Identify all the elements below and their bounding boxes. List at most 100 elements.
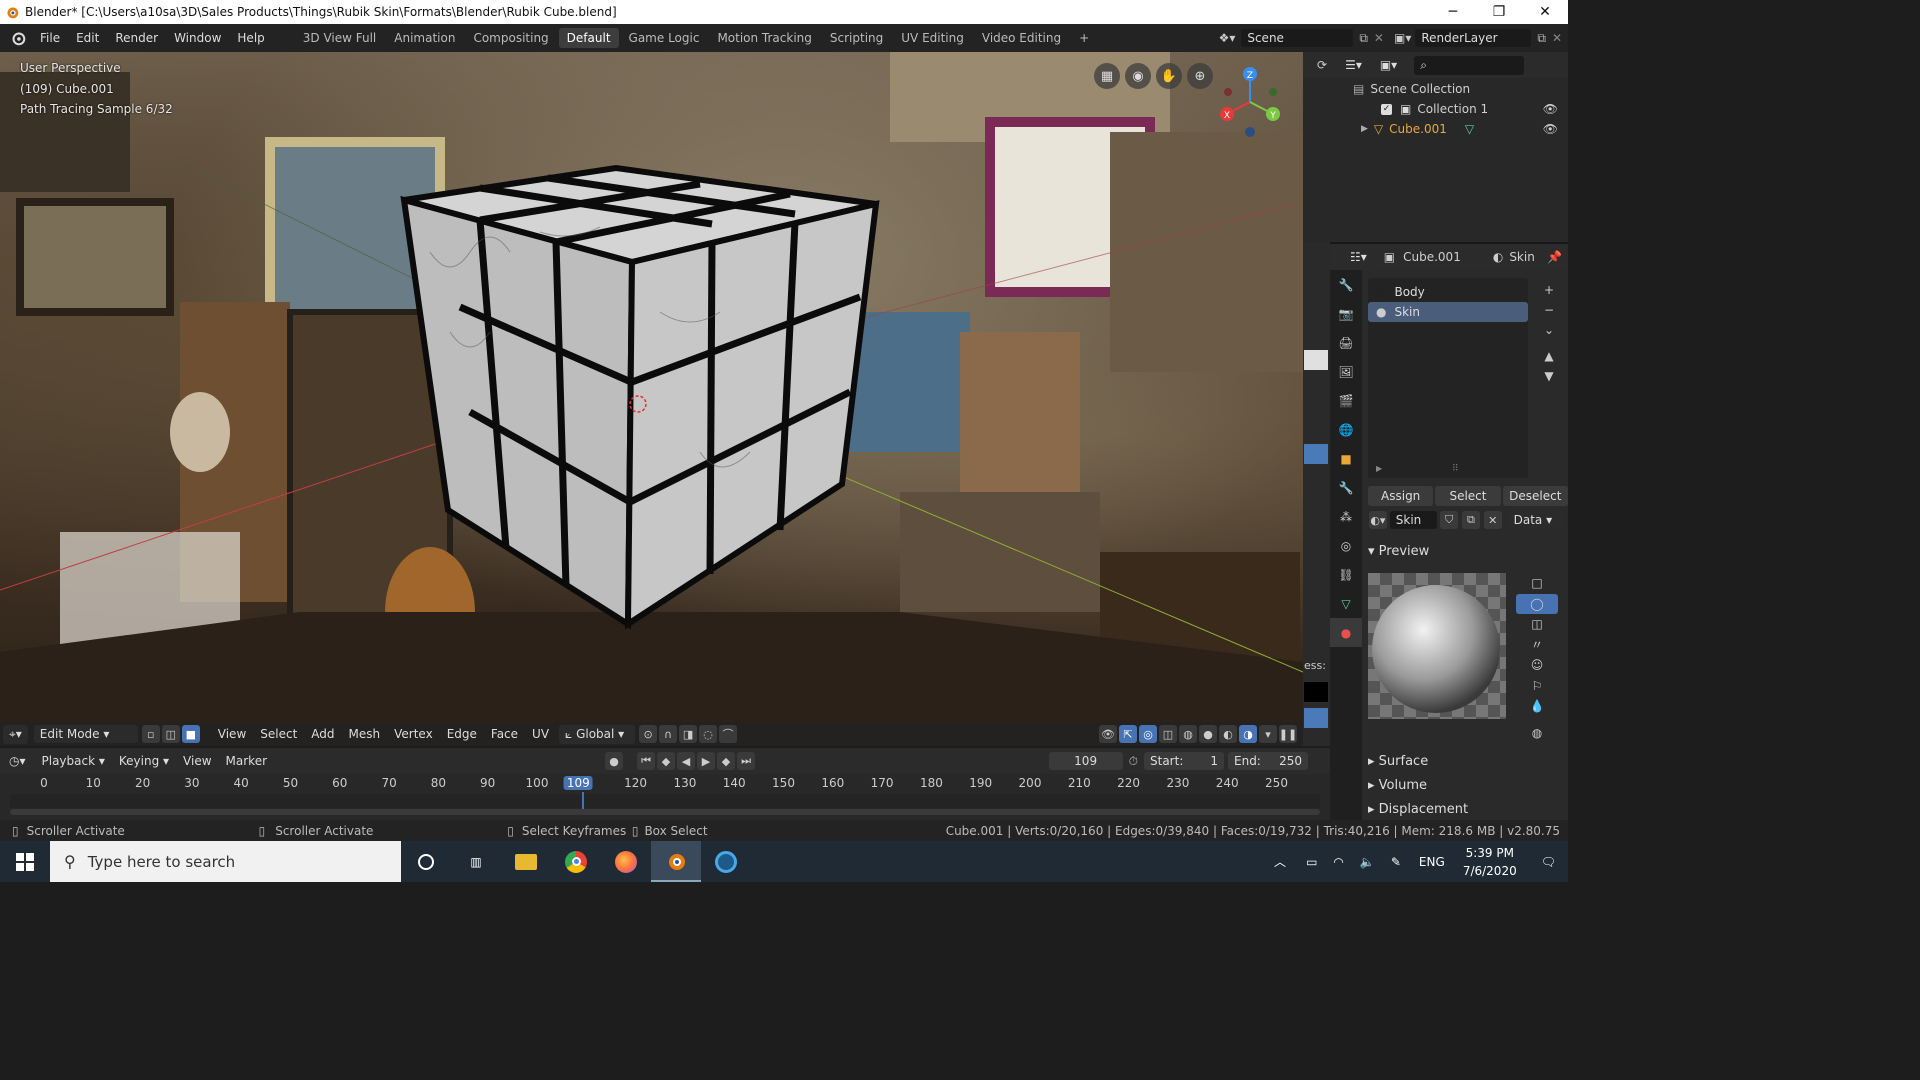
list-resize-handle-icon[interactable]: ⠿ bbox=[1452, 464, 1459, 474]
shading-wireframe-icon[interactable]: ◍ bbox=[1179, 725, 1197, 743]
falloff-icon[interactable]: ⌒ bbox=[719, 725, 738, 743]
preview-flat-icon[interactable]: □ bbox=[1516, 573, 1558, 594]
menu-face[interactable]: Face bbox=[484, 727, 525, 741]
output-tab-icon[interactable]: 🖨 bbox=[1330, 328, 1362, 357]
outliner-object-row[interactable]: ▶ ▽ Cube.001 ▽ 👁 bbox=[1361, 122, 1568, 136]
material-name-field[interactable]: Skin bbox=[1389, 511, 1438, 529]
fake-user-icon[interactable]: ⛉ bbox=[1440, 511, 1459, 529]
mesh-data-icon[interactable]: ▽ bbox=[1465, 122, 1474, 136]
tab-compositing[interactable]: Compositing bbox=[465, 28, 556, 48]
menu-add[interactable]: Add bbox=[304, 727, 341, 741]
timeline-ruler[interactable]: 0 10 20 30 40 50 60 70 80 90 100 109 120 130 140 150 160… bbox=[0, 774, 1330, 794]
material-tab-icon[interactable]: ● bbox=[1330, 618, 1362, 647]
chrome-icon[interactable] bbox=[551, 841, 601, 882]
collection-visibility-icon[interactable]: 👁 bbox=[1543, 102, 1558, 116]
tab-video-editing[interactable]: Video Editing bbox=[974, 28, 1069, 48]
material-slot-body[interactable]: ● Body bbox=[1368, 282, 1528, 302]
file-explorer-icon[interactable] bbox=[501, 841, 551, 882]
snap-target-icon[interactable]: ◨ bbox=[679, 725, 698, 743]
battery-icon[interactable]: ▭ bbox=[1306, 855, 1317, 869]
scene-name-field[interactable]: Scene bbox=[1241, 29, 1354, 47]
material-slot-skin[interactable]: ● Skin bbox=[1368, 302, 1528, 322]
pen-icon[interactable]: ✎ bbox=[1391, 855, 1401, 869]
close-button[interactable]: ✕ bbox=[1522, 4, 1568, 20]
shading-rendered-icon[interactable]: ◑ bbox=[1239, 725, 1257, 743]
pause-render-icon[interactable]: ❚❚ bbox=[1279, 725, 1297, 743]
preview-section-header[interactable]: ▾ Preview bbox=[1368, 544, 1429, 559]
material-browse-icon[interactable]: ◐▾ bbox=[1369, 511, 1387, 529]
view-layer-tab-icon[interactable]: 🖼 bbox=[1330, 357, 1362, 386]
new-view-layer-icon[interactable]: ⧉ bbox=[1537, 31, 1546, 46]
show-hidden-icons[interactable]: ︿ bbox=[1274, 853, 1286, 870]
outliner-sync-icon[interactable]: ⟳ bbox=[1317, 58, 1327, 72]
pivot-point-icon[interactable]: ⊙ bbox=[639, 725, 658, 743]
cortana-icon[interactable] bbox=[401, 841, 451, 882]
deselect-button[interactable]: Deselect bbox=[1502, 486, 1568, 506]
tab-scripting[interactable]: Scripting bbox=[822, 28, 891, 48]
app-icon-blue[interactable] bbox=[701, 841, 751, 882]
tab-uv-editing[interactable]: UV Editing bbox=[893, 28, 972, 48]
assign-button[interactable]: Assign bbox=[1368, 486, 1434, 506]
vertex-select-icon[interactable]: ▫ bbox=[141, 725, 160, 743]
duplicate-material-icon[interactable]: ⧉ bbox=[1462, 511, 1480, 529]
next-keyframe-icon[interactable]: ◆ bbox=[717, 752, 736, 770]
menu-vertex[interactable]: Vertex bbox=[387, 727, 440, 741]
minimize-button[interactable]: ─ bbox=[1430, 4, 1476, 20]
timeline-scrollbar[interactable] bbox=[10, 809, 1320, 815]
scene-selector-icon[interactable]: ❖▾ bbox=[1219, 31, 1236, 45]
task-view-icon[interactable]: ▥ bbox=[451, 841, 501, 882]
pin-icon[interactable]: 📌 bbox=[1547, 250, 1562, 264]
move-slot-down-icon[interactable]: ▼ bbox=[1538, 366, 1560, 386]
menu-render[interactable]: Render bbox=[107, 31, 166, 45]
remove-slot-icon[interactable]: − bbox=[1538, 300, 1560, 320]
start-frame-field[interactable]: Start: 1 bbox=[1144, 752, 1224, 770]
edge-select-icon[interactable]: ◫ bbox=[161, 725, 180, 743]
taskbar-clock[interactable]: 5:39 PM 7/6/2020 bbox=[1455, 844, 1525, 880]
constraints-tab-icon[interactable]: ⛓ bbox=[1330, 560, 1362, 589]
timeline-track-area[interactable] bbox=[10, 794, 1320, 808]
menu-select[interactable]: Select bbox=[253, 727, 304, 741]
editor-type-icon[interactable]: ⌖▾ bbox=[3, 724, 28, 744]
preview-cloth-icon[interactable]: ⚐ bbox=[1516, 676, 1558, 697]
preview-world-icon[interactable]: ◍ bbox=[1516, 723, 1558, 744]
object-tab-icon[interactable]: ■ bbox=[1330, 444, 1362, 473]
tab-3d-view-full[interactable]: 3D View Full bbox=[295, 28, 385, 48]
shading-solid-icon[interactable]: ● bbox=[1199, 725, 1217, 743]
playhead-line[interactable] bbox=[582, 792, 584, 810]
material-link-dropdown[interactable]: Data ▾ bbox=[1507, 511, 1565, 529]
outliner-scene-collection[interactable]: ▤ Scene Collection bbox=[1353, 82, 1470, 96]
preview-sphere-icon[interactable]: ◯ bbox=[1516, 593, 1558, 614]
properties-material-name[interactable]: Skin bbox=[1509, 250, 1535, 264]
outliner-display-mode-icon[interactable]: ▣▾ bbox=[1373, 56, 1404, 74]
jump-start-icon[interactable]: ⏮ bbox=[637, 752, 656, 770]
face-select-icon[interactable]: ■ bbox=[181, 725, 200, 743]
volume-icon[interactable]: 🔈 bbox=[1360, 855, 1375, 869]
3d-viewport[interactable]: User Perspective (109) Cube.001 Path Tra… bbox=[0, 52, 1303, 746]
blender-menu-icon[interactable] bbox=[8, 29, 28, 47]
collection-checkbox[interactable]: ✓ bbox=[1381, 103, 1392, 115]
end-frame-field[interactable]: End: 250 bbox=[1228, 752, 1308, 770]
pan-hand-icon[interactable]: ✋ bbox=[1156, 63, 1182, 89]
world-tab-icon[interactable]: 🌐 bbox=[1330, 415, 1362, 444]
view-layer-icon[interactable]: ▣▾ bbox=[1394, 31, 1411, 45]
mesh-data-tab-icon[interactable]: ▽ bbox=[1330, 589, 1362, 618]
properties-object-name[interactable]: Cube.001 bbox=[1403, 250, 1461, 264]
preview-cube-icon[interactable]: ◫ bbox=[1516, 614, 1558, 635]
volume-section-header[interactable]: ▸ Volume bbox=[1368, 778, 1427, 793]
jump-end-icon[interactable]: ⏭ bbox=[737, 752, 756, 770]
tab-game-logic[interactable]: Game Logic bbox=[621, 28, 708, 48]
expand-arrow-icon[interactable]: ▶ bbox=[1361, 124, 1368, 134]
preview-hair-icon[interactable]: 〃 bbox=[1516, 635, 1558, 656]
render-tab-icon[interactable]: 📷 bbox=[1330, 299, 1362, 328]
snap-icon[interactable]: ∩ bbox=[659, 725, 678, 743]
outliner-collection-row[interactable]: ✓ ▣ Collection 1 👁 bbox=[1381, 102, 1568, 116]
modifier-tab-icon[interactable]: 🔧 bbox=[1330, 473, 1362, 502]
tab-animation[interactable]: Animation bbox=[386, 28, 463, 48]
xray-toggle-icon[interactable]: ◫ bbox=[1159, 725, 1177, 743]
notifications-icon[interactable]: 🗨 bbox=[1541, 855, 1556, 869]
slot-specials-icon[interactable]: ⌄ bbox=[1538, 320, 1560, 340]
physics-tab-icon[interactable]: ◎ bbox=[1330, 531, 1362, 560]
axis-gizmo[interactable]: Z X Y bbox=[1215, 62, 1285, 142]
wifi-icon[interactable]: ◠ bbox=[1333, 855, 1343, 869]
new-scene-icon[interactable]: ⧉ bbox=[1359, 31, 1368, 46]
